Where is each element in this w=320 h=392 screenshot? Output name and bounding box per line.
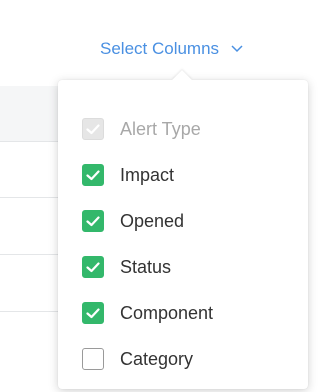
column-option-label: Opened — [120, 210, 185, 231]
column-option-alert-type[interactable]: Alert Type — [58, 106, 308, 152]
column-option-label: Status — [120, 256, 172, 277]
checkbox-component[interactable] — [82, 302, 104, 324]
checkbox-status[interactable] — [82, 256, 104, 278]
check-icon — [86, 261, 100, 272]
select-columns-label: Select Columns — [100, 39, 220, 58]
checkbox-category[interactable] — [82, 348, 104, 370]
column-option-label: Category — [120, 348, 194, 369]
checkbox-impact[interactable] — [82, 164, 104, 186]
column-selector-dropdown: Alert Type Impact Opened Status Componen… — [58, 70, 308, 389]
check-icon — [86, 307, 100, 318]
chevron-down-icon — [231, 45, 243, 53]
column-option-status[interactable]: Status — [58, 244, 308, 290]
checkbox-alert-type[interactable] — [82, 118, 104, 140]
column-option-label: Impact — [120, 164, 175, 185]
check-icon — [86, 215, 100, 226]
column-option-category[interactable]: Category — [58, 336, 308, 382]
select-columns-button[interactable]: Select Columns — [100, 36, 243, 62]
check-icon — [86, 123, 100, 134]
column-option-opened[interactable]: Opened — [58, 198, 308, 244]
checkbox-opened[interactable] — [82, 210, 104, 232]
column-option-impact[interactable]: Impact — [58, 152, 308, 198]
column-option-component[interactable]: Component — [58, 290, 308, 336]
column-option-label: Alert Type — [120, 118, 201, 139]
check-icon — [86, 169, 100, 180]
column-option-label: Component — [120, 302, 214, 323]
